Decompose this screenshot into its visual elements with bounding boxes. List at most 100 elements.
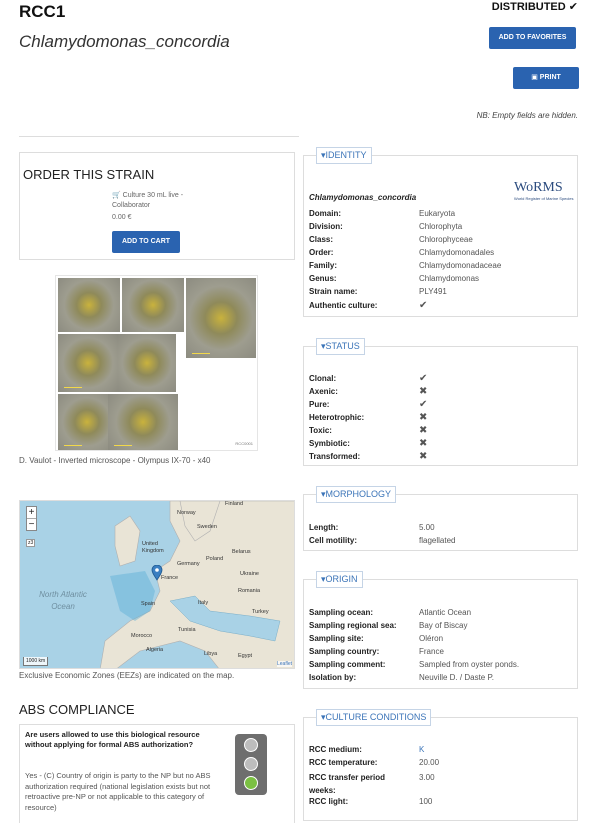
country-label: Poland <box>206 556 224 562</box>
identity-row: Genus: Chlamydomonas <box>309 274 480 283</box>
sampling-map[interactable]: + − z3 North Atlantic Ocean Finland Norw… <box>19 500 295 669</box>
zoom-control: + − <box>26 506 37 531</box>
country-label: Ukraine <box>240 571 259 577</box>
map-caption: Exclusive Economic Zones (EEZs) are indi… <box>19 671 235 680</box>
species-name: Chlamydomonas_concordia <box>19 32 230 51</box>
distributed-status: DISTRIBUTED ✔ <box>492 0 578 13</box>
origin-row: Isolation by: Neuville D. / Daste P. <box>309 673 494 682</box>
identity-row: Family: Chlamydomonadaceae <box>309 261 502 270</box>
morphology-row: Length: 5.00 <box>309 523 435 532</box>
photo-caption: D. Vaulot - Inverted microscope - Olympu… <box>19 456 211 465</box>
status-row: Symbiotic: ✖ <box>309 438 428 449</box>
check-icon: ✔ <box>419 399 428 410</box>
worms-logo[interactable]: WoRMS <box>514 180 563 196</box>
printer-icon: ▣ <box>531 74 538 81</box>
country-label: Norway <box>177 510 196 516</box>
country-label: France <box>161 575 179 581</box>
abs-question: Are users allowed to use this biological… <box>25 730 200 749</box>
country-label: Spain <box>141 601 156 607</box>
status-toggle[interactable]: ▾STATUS <box>316 338 365 355</box>
abs-title: ABS COMPLIANCE <box>19 702 135 717</box>
map-attribution[interactable]: Leaflet <box>276 661 292 667</box>
cart-icon: 🛒 <box>112 192 121 199</box>
order-item[interactable]: 🛒 Culture 30 mL live - Collaborator <box>112 191 212 211</box>
culture-row: RCC light: 100 <box>309 797 433 806</box>
country-label: Germany <box>177 561 200 567</box>
morphology-toggle[interactable]: ▾MORPHOLOGY <box>316 486 397 503</box>
add-to-favorites-button[interactable]: ADD TO FAVORITES <box>489 27 576 49</box>
cell-image <box>118 334 176 392</box>
map-land <box>100 501 294 668</box>
identity-row: Domain: Eukaryota <box>309 209 456 218</box>
culture-conditions-toggle[interactable]: ▾CULTURE CONDITIONS <box>316 709 432 726</box>
status-row: Clonal: ✔ <box>309 373 428 384</box>
identity-toggle[interactable]: ▾IDENTITY <box>316 147 372 164</box>
order-item-label: Culture 30 mL live - Collaborator <box>112 192 184 209</box>
amber-light <box>244 757 258 771</box>
origin-row: Sampling site: Oléron <box>309 634 444 643</box>
morphology-panel: ▾MORPHOLOGY Length: 5.00 Cell motility: fl… <box>303 486 578 551</box>
culture-row: RCC medium: K <box>309 745 425 754</box>
image-id: RCC0001 <box>235 441 253 446</box>
culture-row: RCC transfer period weeks:3.00 <box>309 773 435 795</box>
order-title: ORDER THIS STRAIN <box>23 167 155 182</box>
cross-icon: ✖ <box>419 386 428 397</box>
country-label: United Kingdom <box>142 541 164 554</box>
culture-row: RCC temperature: 20.00 <box>309 758 440 767</box>
location-marker-icon[interactable] <box>151 565 163 581</box>
zoom-in-button[interactable]: + <box>27 507 36 519</box>
origin-row: Sampling regional sea: Bay of Biscay <box>309 621 468 630</box>
cell-image <box>108 394 178 450</box>
status-row: Pure: ✔ <box>309 399 428 410</box>
cross-icon: ✖ <box>419 438 428 449</box>
green-light <box>244 776 258 790</box>
divider <box>19 136 299 137</box>
country-label: Morocco <box>131 633 153 639</box>
country-label: Egypt <box>238 653 253 659</box>
origin-panel: ▾ORIGIN Sampling ocean: Atlantic Ocean Sa… <box>303 571 578 689</box>
country-label: Italy <box>198 600 209 606</box>
country-label: Tunisia <box>178 627 196 633</box>
country-label: Belarus <box>232 549 251 555</box>
country-label: Turkey <box>252 609 269 615</box>
identity-row: Authentic culture: ✔ <box>309 300 428 311</box>
zoom-out-button[interactable]: − <box>27 519 36 530</box>
status-row: Toxic: ✖ <box>309 425 428 436</box>
identity-panel: ▾IDENTITY Chlamydomonas_concordia WoRMS … <box>303 147 578 317</box>
empty-fields-note: NB: Empty fields are hidden. <box>476 111 578 120</box>
cross-icon: ✖ <box>419 451 428 462</box>
abs-answer: Yes - (C) Country of origin is party to … <box>25 771 211 812</box>
status-row: Axenic: ✖ <box>309 386 428 397</box>
cell-image <box>58 334 118 392</box>
check-icon: ✔ <box>419 373 428 384</box>
cell-image <box>58 278 120 332</box>
identity-species: Chlamydomonas_concordia <box>309 193 417 202</box>
cell-image <box>186 278 256 358</box>
red-light <box>244 738 258 752</box>
origin-toggle[interactable]: ▾ORIGIN <box>316 571 363 588</box>
check-icon: ✔ <box>419 300 428 311</box>
abs-box: Are users allowed to use this biological… <box>19 724 295 823</box>
identity-row: Class: Chlorophyceae <box>309 235 473 244</box>
order-price: 0.00 € <box>112 214 132 221</box>
identity-row: Order: Chlamydomonadales <box>309 248 495 257</box>
zoom-level: z3 <box>26 539 36 547</box>
origin-row: Sampling comment: Sampled from oyster pon… <box>309 660 520 669</box>
print-button[interactable]: ▣ PRINT <box>513 67 579 89</box>
country-label: Sweden <box>197 524 217 530</box>
origin-row: Sampling country: France <box>309 647 444 656</box>
cross-icon: ✖ <box>419 412 428 423</box>
order-strain-box: ORDER THIS STRAIN 🛒 Culture 30 mL live -… <box>19 152 295 260</box>
origin-row: Sampling ocean: Atlantic Ocean <box>309 608 472 617</box>
status-panel: ▾STATUS Clonal: ✔ Axenic: ✖ Pure: ✔ Heterot… <box>303 338 578 466</box>
cell-image <box>122 278 184 332</box>
status-row: Transformed: ✖ <box>309 451 428 462</box>
country-label: Libya <box>204 651 218 657</box>
add-to-cart-button[interactable]: ADD TO CART <box>112 231 180 253</box>
cross-icon: ✖ <box>419 425 428 436</box>
map-scale: 1000 km <box>23 657 49 666</box>
country-label: Algeria <box>146 647 164 653</box>
strain-photo[interactable]: RCC0001 <box>55 275 258 451</box>
worms-logo-subtitle: World Register of Marine Species <box>514 196 574 201</box>
traffic-light-icon <box>235 734 267 795</box>
